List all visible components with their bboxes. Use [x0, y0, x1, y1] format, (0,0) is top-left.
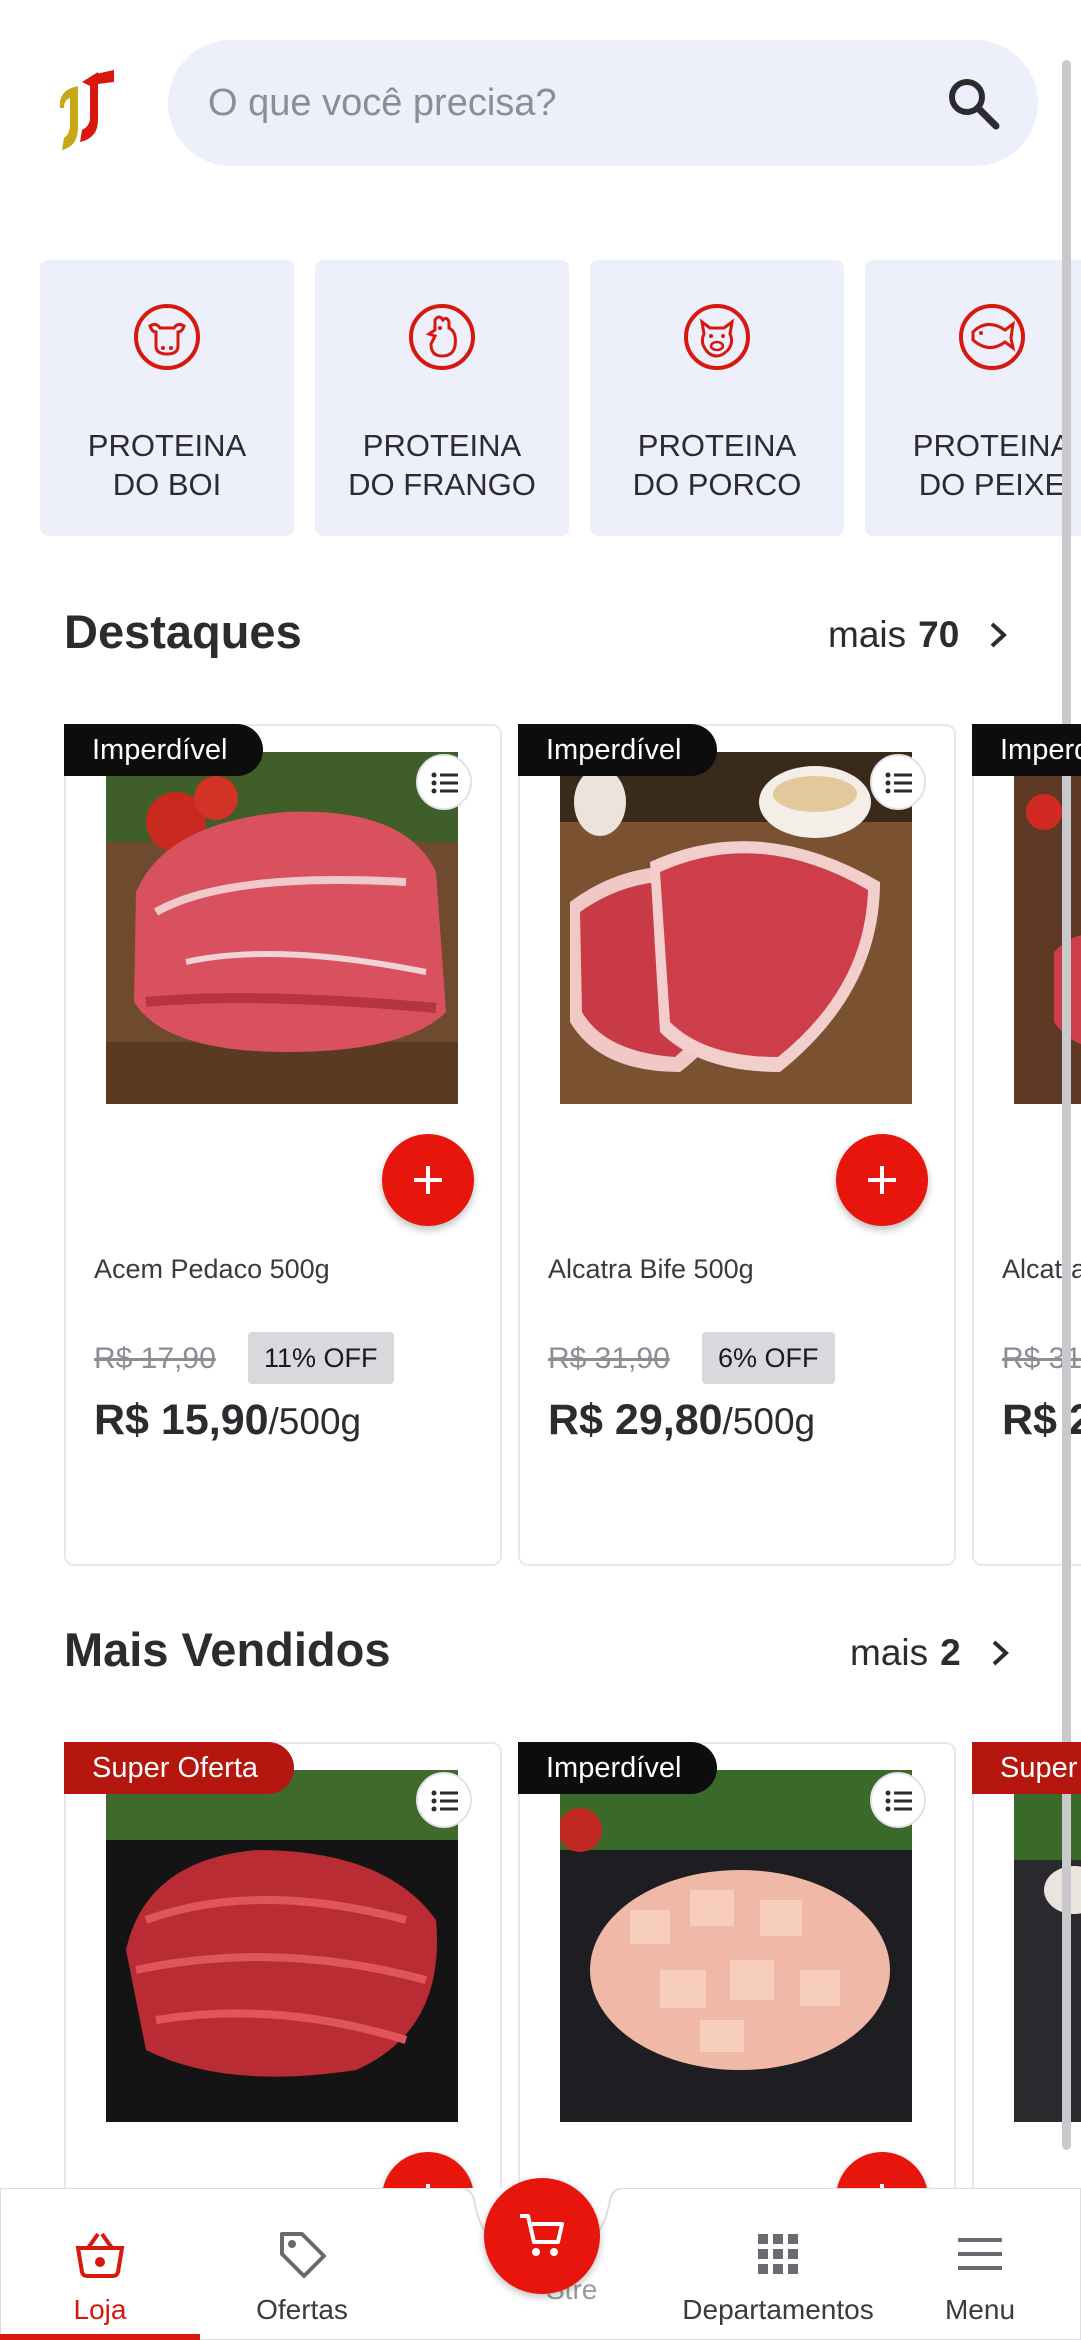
see-more-destaques[interactable]: mais 70	[828, 614, 1013, 656]
nav-label: Departamentos	[682, 2294, 874, 2325]
mais-vendidos-carousel[interactable]: Super Oferta Imperdível Super	[0, 1742, 1081, 2188]
chevron-right-icon	[992, 1640, 1009, 1666]
see-more-label: mais	[828, 614, 907, 655]
search-input[interactable]	[208, 40, 908, 166]
fish-icon	[959, 304, 1025, 370]
product-tag: Imperdível	[972, 724, 1081, 776]
product-image[interactable]	[560, 752, 912, 1104]
grid-icon	[758, 2234, 798, 2274]
app-header	[0, 0, 1081, 200]
list-icon	[431, 1790, 458, 1812]
discount-badge: 11% OFF	[248, 1332, 394, 1384]
add-to-cart-button[interactable]	[382, 1134, 474, 1226]
see-more-count: 2	[940, 1632, 961, 1673]
nav-item-departamentos[interactable]: Departamentos	[656, 2188, 900, 2340]
product-image[interactable]	[106, 752, 458, 1104]
product-tag: Imperdível	[518, 1742, 718, 1794]
product-card[interactable]: Imperdível Alcatra Bife 500g R$ 31,90 6%…	[518, 724, 956, 1566]
category-label: PROTEINA DO PORCO	[632, 428, 802, 502]
see-more-label: mais	[850, 1632, 929, 1673]
product-tag: Imperdível	[518, 724, 718, 776]
destaques-carousel[interactable]: Imperdível Acem Pedaco 500g R$ 17,90 11%…	[0, 724, 1081, 1568]
section-title-destaques: Destaques	[64, 605, 302, 658]
chevron-right-icon	[990, 622, 1008, 648]
category-card-peixe[interactable]: PROTEINA DO PEIXE	[865, 260, 1081, 536]
category-label: PROTEINA DO FRANGO	[348, 428, 536, 502]
nav-label: Loja	[73, 2294, 127, 2325]
section-title-mais-vendidos: Mais Vendidos	[64, 1623, 391, 1676]
scrollbar[interactable]	[1062, 60, 1071, 2150]
see-more-count: 70	[918, 614, 960, 655]
product-old-price: R$ 17,90	[94, 1342, 216, 1375]
tag-icon	[280, 2232, 326, 2278]
nav-label: Ofertas	[256, 2294, 348, 2325]
product-old-price: R$ 31,90	[548, 1342, 670, 1375]
list-icon	[431, 772, 458, 794]
product-price: R$ 29,80/500g	[548, 1396, 815, 1445]
add-to-cart-button[interactable]	[836, 2152, 928, 2188]
product-card[interactable]: Imperdível	[518, 1742, 956, 2188]
category-carousel[interactable]: PROTEINA DO BOI PROTEINA DO FRANGO PROTE…	[0, 260, 1081, 536]
price-unit: /500g	[722, 1401, 816, 1442]
category-card-porco[interactable]: PROTEINA DO PORCO	[590, 260, 844, 536]
list-icon	[885, 1790, 912, 1812]
category-label: PROTEINA DO PEIXE	[912, 428, 1072, 502]
add-to-list-button[interactable]	[416, 1772, 472, 1828]
product-card[interactable]: Imperdível Acem Pedaco 500g R$ 17,90 11%…	[64, 724, 502, 1566]
price-unit: /500g	[268, 1401, 362, 1442]
nav-label: Menu	[944, 2294, 1016, 2325]
plus-icon	[880, 2184, 884, 2188]
brand-logo[interactable]	[52, 68, 118, 152]
nav-item-loja[interactable]: Loja	[0, 2188, 200, 2340]
plus-icon	[868, 1166, 896, 1194]
product-name: Acem Pedaco 500g	[94, 1254, 330, 1284]
basket-icon	[75, 2232, 125, 2278]
product-name: Alcatra Bife 500g	[548, 1254, 754, 1284]
price-value: R$ 29,80	[548, 1396, 723, 1444]
plus-icon	[426, 2184, 430, 2188]
nav-item-menu[interactable]: Menu	[900, 2188, 1060, 2340]
nav-item-ofertas[interactable]: Ofertas	[200, 2188, 404, 2340]
product-image[interactable]	[560, 1770, 912, 2122]
hamburger-icon	[958, 2238, 1002, 2270]
cart-button[interactable]	[484, 2178, 600, 2294]
product-tag: Super Oferta	[64, 1742, 295, 1794]
discount-badge: 6% OFF	[702, 1332, 835, 1384]
see-more-mais-vendidos[interactable]: mais 2	[850, 1632, 1015, 1674]
list-icon	[885, 772, 912, 794]
product-price: R$ 15,90/500g	[94, 1396, 361, 1445]
add-to-list-button[interactable]	[416, 754, 472, 810]
add-to-list-button[interactable]	[870, 754, 926, 810]
active-indicator	[0, 2334, 200, 2340]
chicken-icon	[409, 304, 475, 370]
cart-icon	[520, 2214, 564, 2256]
plus-icon	[414, 1166, 442, 1194]
product-card[interactable]: Super Oferta	[64, 1742, 502, 2188]
search-icon[interactable]	[944, 74, 1002, 132]
product-tag: Super	[972, 1742, 1081, 1794]
price-value: R$ 15,90	[94, 1396, 269, 1444]
category-label: PROTEINA DO BOI	[87, 428, 247, 502]
search-bar[interactable]	[168, 40, 1038, 166]
add-to-list-button[interactable]	[870, 1772, 926, 1828]
add-to-cart-button[interactable]	[382, 2152, 474, 2188]
pig-icon	[684, 304, 750, 370]
category-card-frango[interactable]: PROTEINA DO FRANGO	[315, 260, 569, 536]
cow-icon	[134, 304, 200, 370]
product-tag: Imperdível	[64, 724, 264, 776]
category-card-boi[interactable]: PROTEINA DO BOI	[40, 260, 294, 536]
add-to-cart-button[interactable]	[836, 1134, 928, 1226]
product-image[interactable]	[106, 1770, 458, 2122]
